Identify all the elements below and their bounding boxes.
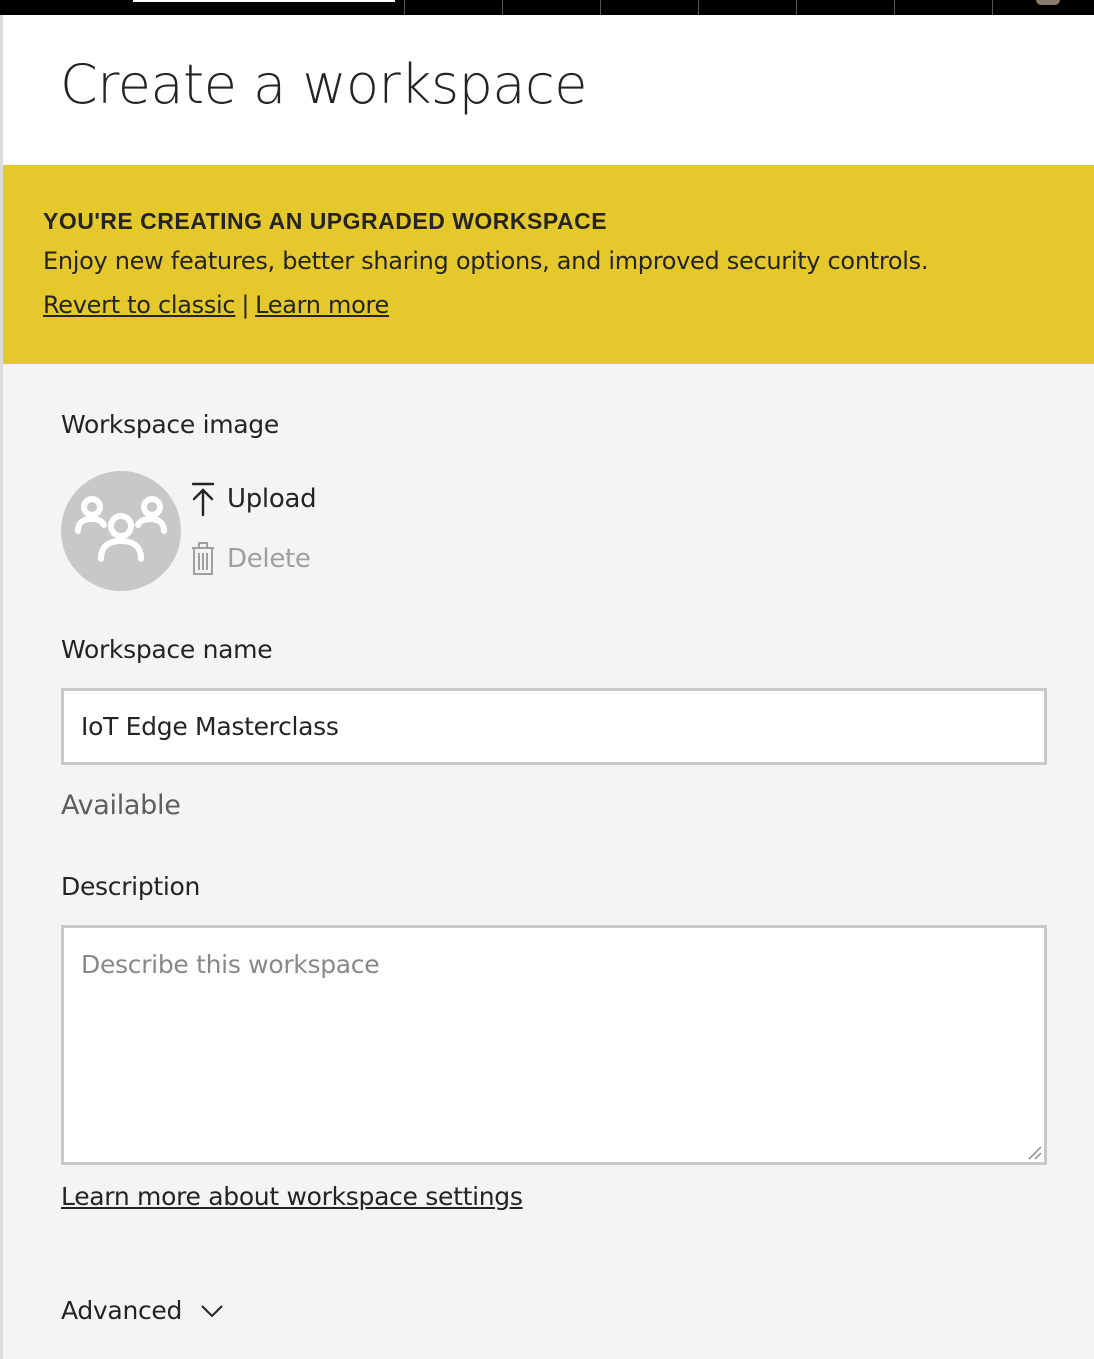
create-workspace-panel: Create a workspace YOU'RE CREATING AN UP… [3, 15, 1094, 1359]
upload-button[interactable]: Upload [191, 481, 317, 517]
banner-heading: YOU'RE CREATING AN UPGRADED WORKSPACE [43, 208, 608, 234]
user-avatar[interactable] [1036, 0, 1060, 5]
banner-text: Enjoy new features, better sharing optio… [43, 247, 929, 275]
topbar-divider [698, 0, 699, 15]
workspace-name-label: Workspace name [61, 635, 273, 664]
name-availability-status: Available [61, 790, 181, 821]
description-textarea[interactable] [64, 928, 1044, 1162]
search-box[interactable] [133, 0, 395, 2]
upload-label: Upload [227, 484, 317, 514]
delete-label: Delete [227, 544, 311, 574]
advanced-label: Advanced [61, 1296, 183, 1325]
topbar-divider [796, 0, 797, 15]
chevron-down-icon [201, 1304, 223, 1317]
workspace-image-label: Workspace image [61, 410, 279, 439]
topbar-divider [404, 0, 405, 15]
revert-to-classic-link[interactable]: Revert to classic [43, 291, 236, 319]
top-app-bar [0, 0, 1094, 15]
description-field-wrapper [61, 925, 1047, 1165]
description-label: Description [61, 872, 201, 901]
workspace-settings-link[interactable]: Learn more about workspace settings [61, 1182, 523, 1211]
workspace-name-input[interactable] [61, 688, 1047, 765]
link-separator: | [241, 291, 250, 319]
advanced-toggle[interactable]: Advanced [61, 1296, 224, 1325]
topbar-divider [502, 0, 503, 15]
learn-more-link[interactable]: Learn more [255, 291, 389, 319]
page-title: Create a workspace [60, 53, 587, 116]
upgraded-workspace-banner: YOU'RE CREATING AN UPGRADED WORKSPACE En… [3, 165, 1094, 364]
workspace-avatar [61, 471, 181, 591]
trash-icon [192, 542, 214, 575]
upload-arrow-icon [191, 482, 215, 517]
people-group-icon [75, 496, 167, 562]
topbar-divider [600, 0, 601, 15]
topbar-divider [894, 0, 895, 15]
topbar-divider [992, 0, 993, 15]
resize-grip-icon[interactable] [1026, 1144, 1042, 1160]
panel-header: Create a workspace [3, 15, 1094, 165]
delete-button[interactable]: Delete [191, 542, 311, 576]
banner-links: Revert to classic | Learn more [43, 291, 389, 319]
